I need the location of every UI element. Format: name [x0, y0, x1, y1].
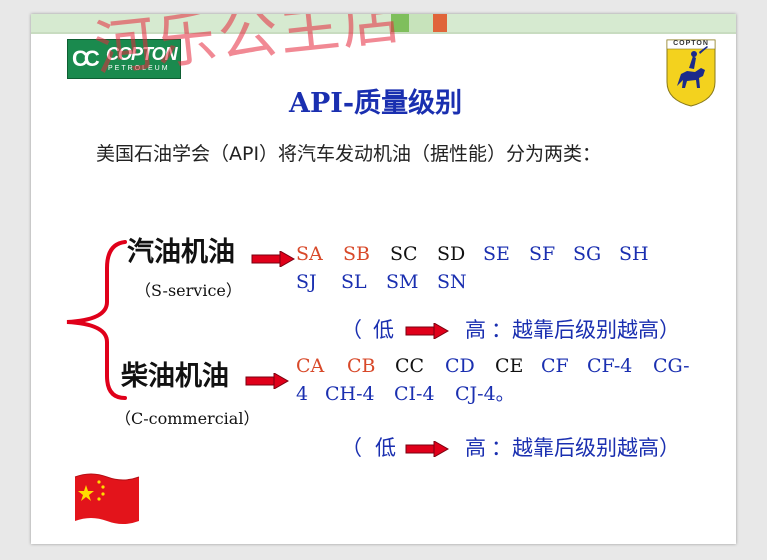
diesel-oil-label: 柴油机油: [121, 361, 229, 392]
gasoline-oil-label: 汽油机油: [127, 237, 235, 268]
range-open-paren: （: [341, 318, 362, 342]
diesel-oil-sublabel: （C-commercial）: [115, 409, 260, 428]
grade-label: SB: [343, 243, 370, 265]
grade-label: CD: [445, 355, 475, 377]
range-low: 低: [375, 436, 396, 460]
range-open-paren: （: [341, 436, 362, 460]
grade-label: 4: [296, 383, 309, 405]
grade-label: CC: [395, 355, 425, 377]
grade-label: SG: [573, 243, 602, 265]
grade-label: SJ: [296, 271, 317, 293]
grade-label: SF: [529, 243, 556, 265]
shield-icon: [666, 39, 716, 107]
grade-label: SM: [386, 271, 419, 293]
arrow-right-icon: [251, 251, 295, 267]
gasoline-range-note: （ 低 高 ：越靠后级别越高）: [341, 316, 721, 346]
grade-label: CI-4: [394, 383, 435, 405]
grade-label: CE: [495, 355, 524, 377]
grade-label: CG-: [653, 355, 690, 377]
copton-crest-logo: COPTON: [665, 38, 717, 108]
grade-label: CH-4: [325, 383, 375, 405]
grade-label: SN: [437, 271, 467, 293]
range-note: ：越靠后级别越高）: [491, 318, 680, 342]
arrow-right-icon: [245, 373, 289, 389]
range-low: 低: [373, 318, 394, 342]
grade-label: SC: [390, 243, 418, 265]
grade-label: SL: [341, 271, 367, 293]
grade-label: SA: [296, 243, 323, 265]
range-high: 高: [465, 318, 486, 342]
diesel-range-note: （ 低 高 ：越靠后级别越高）: [341, 434, 721, 464]
arrow-right-icon: [405, 441, 449, 457]
gasoline-oil-sublabel: （S-service）: [135, 281, 242, 300]
range-note: ：越靠后级别越高）: [491, 436, 680, 460]
grade-label: SH: [619, 243, 649, 265]
grade-label: SD: [437, 243, 466, 265]
grade-label: CJ-4。: [455, 383, 515, 405]
china-flag-icon: [74, 473, 140, 524]
grade-label: SE: [483, 243, 510, 265]
range-high: 高: [465, 436, 486, 460]
grade-label: CF-4: [587, 355, 633, 377]
grade-label: CA: [296, 355, 325, 377]
watermark-text: 河乐公主店: [91, 14, 407, 85]
crest-text: COPTON: [673, 40, 709, 47]
slide: CC COPTON PETROLEUM COPTON 河乐公主店 API-质量级…: [31, 14, 736, 544]
slide-title: API-质量级别: [289, 88, 463, 119]
arrow-right-icon: [405, 323, 449, 339]
grade-label: CB: [347, 355, 376, 377]
grade-label: CF: [541, 355, 569, 377]
intro-text: 美国石油学会（API）将汽车发动机油（据性能）分为两类：: [96, 143, 602, 165]
